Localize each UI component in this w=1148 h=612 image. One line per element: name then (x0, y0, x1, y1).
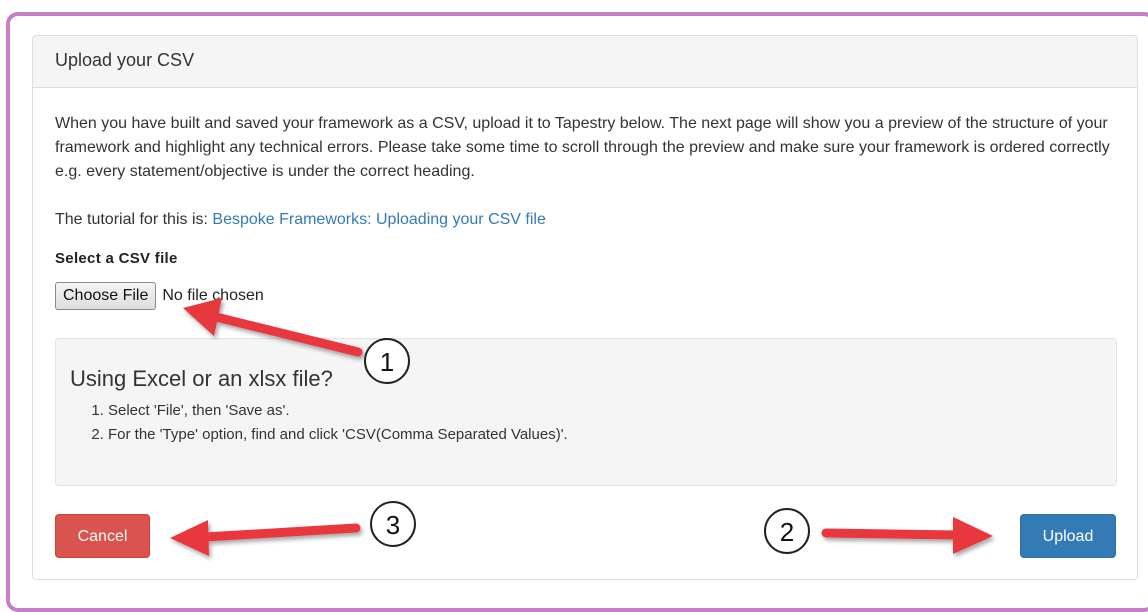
arrow-to-choose-file (183, 298, 363, 357)
callout-3-number: 3 (386, 510, 400, 540)
annotation-overlay: 1 3 2 (170, 298, 993, 556)
callout-1: 1 (364, 338, 410, 384)
callout-3: 3 (370, 501, 416, 547)
arrow-to-upload (821, 517, 993, 554)
callout-2-number: 2 (780, 517, 794, 547)
callout-2: 2 (764, 508, 810, 554)
callout-1-number: 1 (380, 347, 394, 377)
arrow-to-cancel (170, 520, 361, 556)
